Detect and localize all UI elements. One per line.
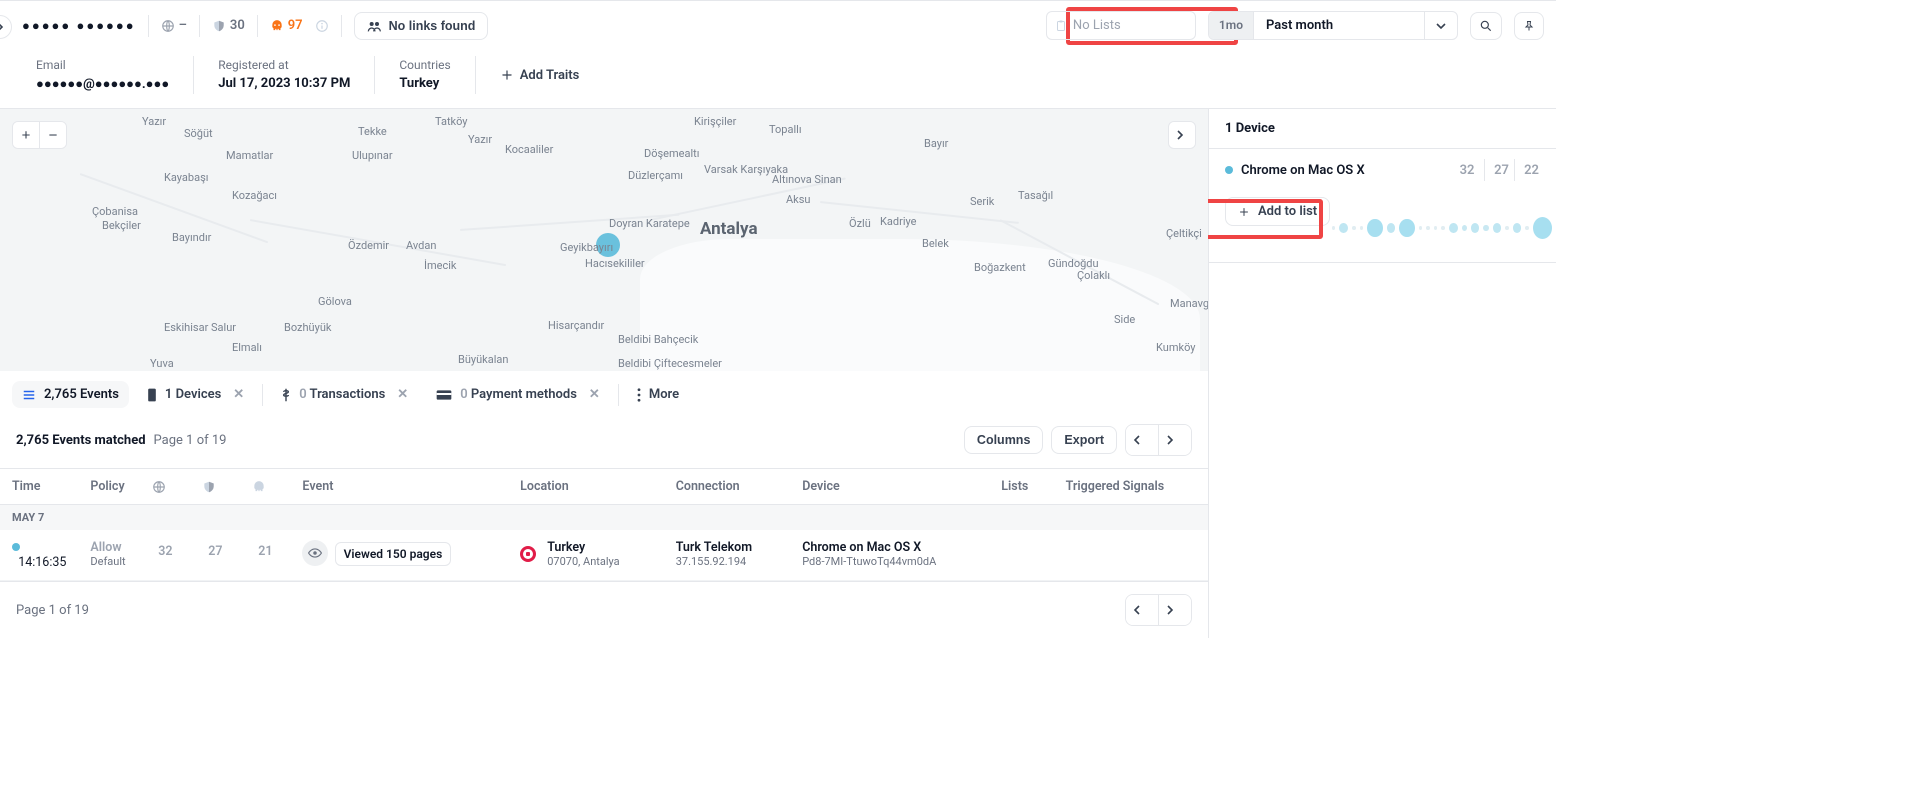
map-label: Hisarçandır (548, 319, 604, 332)
map-label: Kocaaliler (505, 143, 553, 156)
map-next[interactable] (1169, 122, 1195, 148)
map-label: Kirişçiler (694, 115, 736, 128)
map-label: Geyikbayırı (560, 241, 613, 254)
map-label: Doyran Karatepe (609, 217, 690, 230)
meta-registered: Registered at Jul 17, 2023 10:37 PM (218, 56, 375, 94)
close-icon[interactable]: ✕ (589, 387, 600, 402)
map-zoom-out[interactable]: − (40, 122, 66, 148)
map-label: Altınova Sinan (772, 173, 842, 186)
lists-filter[interactable]: No Lists (1046, 11, 1196, 40)
eye-icon (302, 540, 328, 566)
map-label: Kumköy (1156, 341, 1195, 354)
tab-transactions[interactable]: 0 Transactions ✕ (271, 381, 418, 408)
tab-events[interactable]: 2,765 Events (12, 381, 129, 408)
map-label: Beldibi Çiftecesmeler (618, 357, 722, 370)
map-label: Mamatlar (226, 149, 273, 162)
status-dot (12, 543, 20, 551)
map-label: Eskihisar Salur (164, 321, 236, 334)
map-label: Kayabaşı (164, 171, 208, 184)
map-label: Serik (970, 195, 994, 208)
table-row[interactable]: 14:16:35 Allow Default 32 27 21 Viewed 1… (0, 530, 1208, 581)
no-links-button[interactable]: No links found (354, 12, 489, 40)
meta-email: Email ●●●●●●@●●●●●●.●●● (36, 56, 194, 94)
footer-prev[interactable] (1126, 595, 1158, 625)
map-label: Tekke (358, 125, 387, 138)
map-label: Manavgat (1170, 297, 1208, 310)
pin-button[interactable] (1514, 12, 1544, 40)
map-label: Beldibi Bahçecik (618, 333, 698, 346)
map-label: Gölova (318, 295, 352, 308)
map-label: Belek (922, 237, 949, 250)
status-dot (1225, 166, 1233, 174)
map-label: Çobanisa (92, 205, 138, 218)
map-label: Çeltikçi (1166, 227, 1202, 240)
map-label: Söğüt (184, 127, 213, 140)
map-label: Yazır (142, 115, 166, 128)
map-label: Tasağıl (1018, 189, 1053, 202)
expand-toggle[interactable] (0, 15, 12, 39)
map-label: Yazır (468, 133, 492, 146)
map[interactable]: Antalya Yazır Söğüt Mamatlar Kayabaşı Kozağa… (0, 109, 1208, 371)
map-label: Düzlerçamı (628, 169, 683, 182)
map-label: Bayır (924, 137, 948, 150)
page-prev[interactable] (1126, 425, 1158, 455)
map-city-main: Antalya (700, 219, 758, 239)
map-label: Avdan (406, 239, 436, 252)
events-matched-count: 2,765 Events matched (16, 433, 146, 448)
events-page-indicator: Page 1 of 19 (154, 433, 227, 448)
user-name-masked: ●●●●● ●●●●●● (12, 18, 136, 34)
device-row[interactable]: Chrome on Mac OS X 32 27 22 (1209, 149, 1556, 191)
map-label: Elmalı (232, 341, 262, 354)
map-label: Özdemir (348, 239, 389, 252)
add-traits-button[interactable]: Add Traits (500, 68, 580, 83)
map-label: Topallı (769, 123, 802, 136)
info-icon[interactable] (315, 19, 329, 33)
map-label: Kadriye (880, 215, 916, 228)
period-label: Past month (1254, 12, 1424, 39)
export-button[interactable]: Export (1051, 426, 1117, 454)
event-badge: Viewed 150 pages (335, 542, 452, 566)
map-label: Aksu (786, 193, 811, 206)
add-to-list-button[interactable]: Add to list (1225, 197, 1330, 226)
map-label: Tatköy (435, 115, 468, 128)
map-label: Kozağacı (232, 189, 277, 202)
map-label: Çolaklı (1077, 269, 1110, 282)
map-label: Özlü (849, 217, 871, 230)
footer-page: Page 1 of 19 (16, 603, 89, 618)
network-stat: – (161, 18, 187, 33)
tab-payment[interactable]: 0 Payment methods ✕ (426, 381, 610, 408)
tab-devices[interactable]: 1 Devices ✕ (137, 381, 254, 408)
map-label: Döşemealtı (644, 147, 699, 160)
meta-countries: Countries Turkey (399, 56, 475, 94)
map-label: Yuva (150, 357, 174, 370)
tab-more[interactable]: More (627, 381, 689, 408)
events-group-date: MAY 7 (0, 505, 1208, 531)
map-label: Ulupınar (352, 149, 393, 162)
period-chip: 1mo (1209, 12, 1254, 39)
shield-stat: 30 (212, 18, 245, 33)
skull-stat: 97 (270, 18, 303, 33)
map-label: Büyükalan (458, 353, 508, 366)
footer-next[interactable] (1159, 595, 1191, 625)
map-label: Bayındır (172, 231, 211, 244)
search-button[interactable] (1470, 12, 1502, 40)
map-label: İmecik (424, 259, 456, 272)
activity-sparkline (1332, 215, 1552, 241)
chevron-down-icon (1424, 12, 1457, 39)
devices-title: 1 Device (1209, 109, 1556, 149)
period-selector[interactable]: 1mo Past month (1208, 11, 1458, 40)
map-zoom-in[interactable]: + (13, 122, 39, 148)
map-label: Side (1114, 313, 1135, 326)
map-label: Bozhüyük (284, 321, 331, 334)
map-label: Bekçiler (102, 219, 141, 232)
turkey-flag-icon (520, 546, 536, 562)
close-icon[interactable]: ✕ (397, 387, 408, 402)
map-label: Boğazkent (974, 261, 1026, 274)
map-label: Hacısekililer (585, 257, 645, 270)
page-next[interactable] (1159, 425, 1191, 455)
close-icon[interactable]: ✕ (233, 387, 244, 402)
events-table: Time Policy Event Location Connection De… (0, 469, 1208, 581)
columns-button[interactable]: Columns (964, 426, 1043, 454)
